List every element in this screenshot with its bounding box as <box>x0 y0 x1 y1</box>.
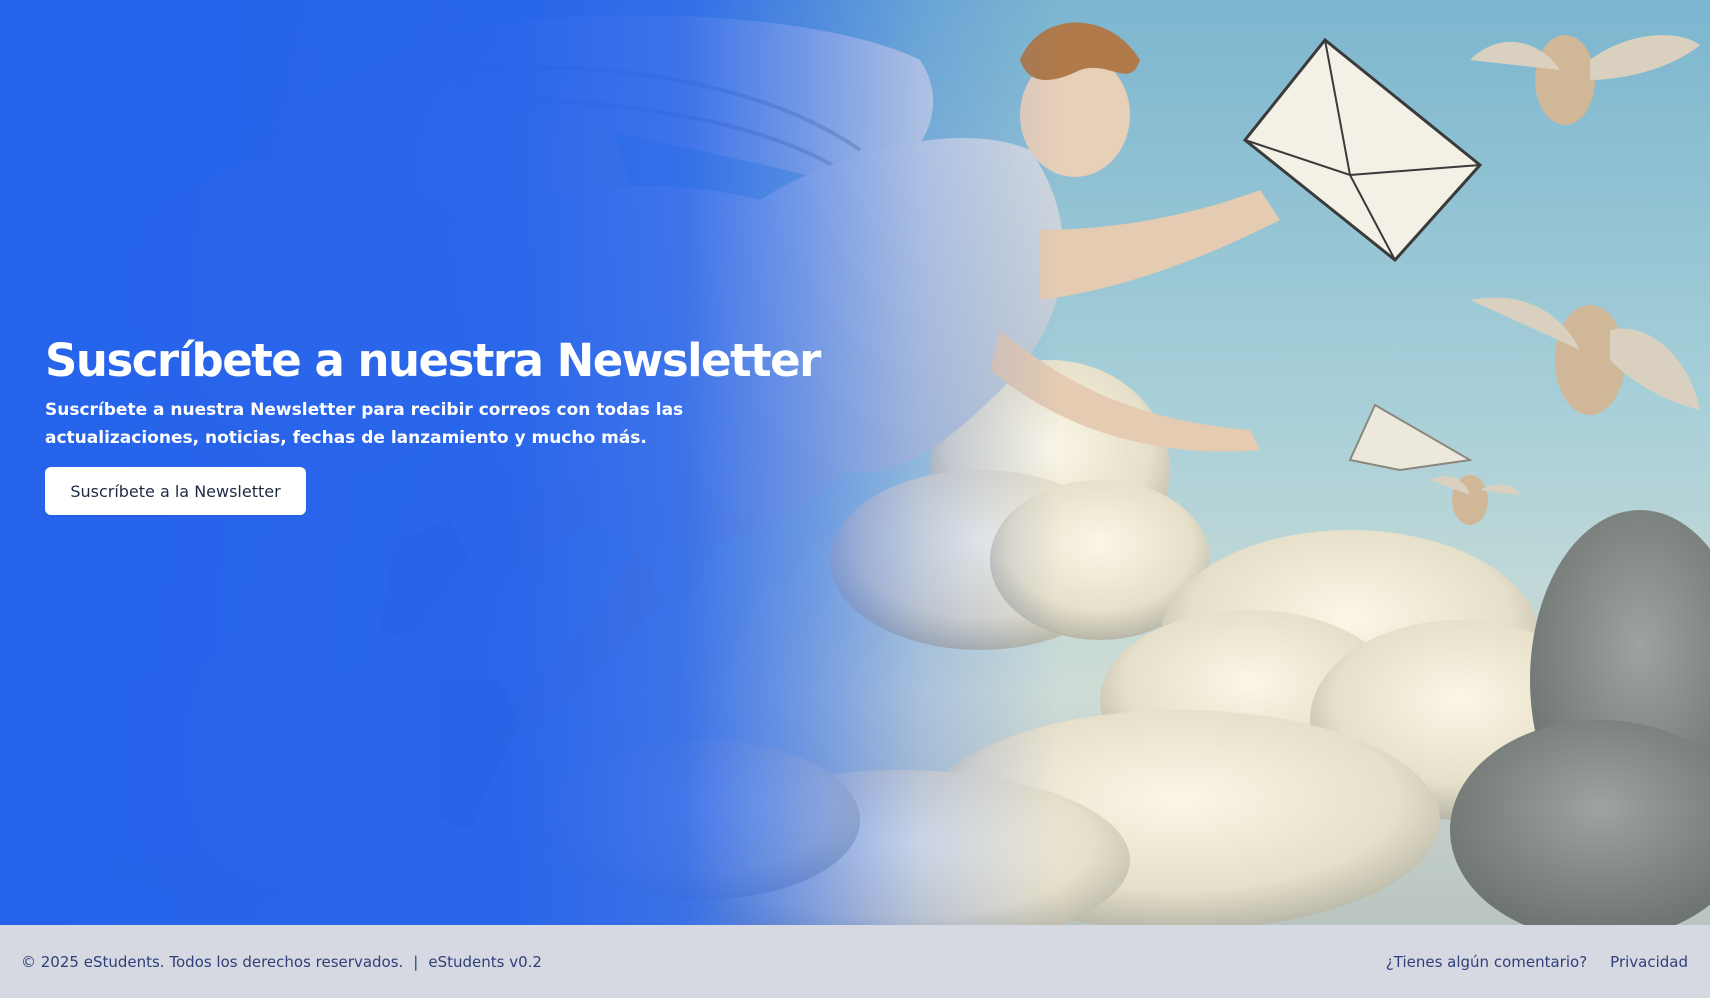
footer-links: ¿Tienes algún comentario? Privacidad <box>1386 953 1688 971</box>
newsletter-hero: Suscríbete a nuestra Newsletter Suscríbe… <box>0 0 1710 925</box>
hero-subtitle: Suscríbete a nuestra Newsletter para rec… <box>45 400 684 448</box>
site-footer: © 2025 eStudents. Todos los derechos res… <box>0 925 1710 998</box>
hero-content: Suscríbete a nuestra Newsletter Suscríbe… <box>45 332 821 515</box>
copyright-text: © 2025 eStudents. Todos los derechos res… <box>21 952 404 971</box>
subscribe-newsletter-button[interactable]: Suscríbete a la Newsletter <box>45 467 306 515</box>
footer-left: © 2025 eStudents. Todos los derechos res… <box>21 953 542 971</box>
version-text: eStudents v0.2 <box>428 952 542 971</box>
privacy-link[interactable]: Privacidad <box>1610 953 1688 971</box>
feedback-link[interactable]: ¿Tienes algún comentario? <box>1386 953 1587 971</box>
footer-separator: | <box>413 952 419 971</box>
page-title: Suscríbete a nuestra Newsletter <box>45 334 821 387</box>
